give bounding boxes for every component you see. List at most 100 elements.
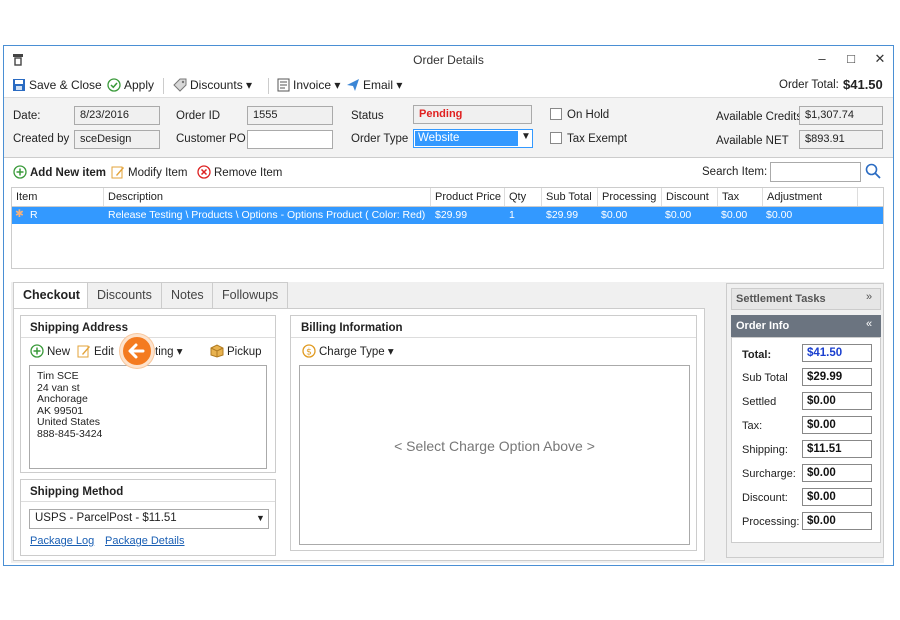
chevron-down-icon: » — [866, 291, 873, 303]
order-type-label: Order Type — [351, 133, 409, 145]
chevron-down-icon: ▾ — [334, 78, 341, 92]
invoice-label: Invoice — [293, 78, 332, 92]
order-info-settled-value: $0.00 — [802, 392, 872, 410]
tab-notes[interactable]: Notes — [161, 282, 214, 308]
pickup-button[interactable]: Pickup — [210, 344, 262, 358]
chevron-down-icon: ▾ — [387, 346, 394, 358]
column-header-adjustment[interactable]: Adjustment — [763, 188, 858, 206]
tab-followups[interactable]: Followups — [212, 282, 289, 308]
column-header-price[interactable]: Product Price — [431, 188, 505, 206]
shipping-method-value: USPS - ParcelPost - $11.51 — [35, 512, 177, 524]
email-dropdown[interactable]: Email ▾ — [346, 78, 402, 92]
on-hold-checkbox[interactable] — [550, 108, 562, 120]
tab-checkout[interactable]: Checkout — [13, 282, 90, 309]
toolbar: Save & Close Apply Discounts ▾ Invoice ▾… — [4, 74, 893, 98]
address-lines: Tim SCE 24 van st Anchorage AK 99501 Uni… — [37, 370, 102, 440]
edit-address-button[interactable]: Edit — [77, 344, 114, 358]
status-field: Pending — [413, 105, 532, 124]
check-circle-icon — [107, 78, 121, 92]
maximize-button[interactable]: □ — [841, 51, 861, 69]
item-star-icon: ✱ — [15, 208, 24, 220]
shipping-address-title: Shipping Address — [30, 322, 128, 334]
address-box: Tim SCE 24 van st Anchorage AK 99501 Uni… — [29, 365, 267, 469]
order-id-field[interactable]: 1555 — [247, 106, 333, 125]
table-row[interactable]: ✱ R Release Testing \ Products \ Options… — [12, 207, 883, 224]
column-header-qty[interactable]: Qty — [505, 188, 542, 206]
address-name: Tim SCE — [37, 370, 79, 382]
available-credits-label: Available Credits — [716, 111, 803, 123]
pickup-label: Pickup — [227, 346, 262, 358]
cell-subtotal: $29.99 — [546, 209, 579, 221]
window-title: Order Details — [413, 53, 484, 67]
minimize-button[interactable]: – — [812, 51, 832, 69]
arrow-left-icon — [128, 343, 145, 359]
tax-exempt-checkbox[interactable] — [550, 132, 562, 144]
order-info-surcharge-value: $0.00 — [802, 464, 872, 482]
column-header-subtotal[interactable]: Sub Total — [542, 188, 598, 206]
status-label: Status — [351, 110, 384, 122]
address-country: United States — [37, 416, 101, 428]
chevron-up-icon: « — [866, 318, 873, 330]
callout-marker — [120, 334, 154, 368]
order-info-header[interactable]: Order Info « — [731, 315, 881, 337]
charge-options-box: < Select Charge Option Above > — [299, 365, 690, 545]
add-new-item-label: Add New item — [30, 167, 107, 179]
package-icon — [210, 344, 224, 358]
address-options-label: ting — [155, 346, 174, 358]
cell-qty: 1 — [509, 209, 515, 221]
search-icon[interactable] — [865, 163, 881, 182]
order-info-subtotal-label: Sub Total — [742, 372, 788, 384]
shipping-method-select[interactable]: USPS - ParcelPost - $11.51 ▼ — [29, 509, 269, 529]
remove-item-label: Remove Item — [214, 167, 283, 179]
date-field[interactable]: 8/23/2016 — [74, 106, 160, 125]
chevron-down-icon: ▼ — [256, 513, 265, 523]
add-new-item-button[interactable]: Add New item — [13, 165, 106, 179]
search-item-input[interactable] — [770, 162, 861, 182]
package-details-link[interactable]: Package Details — [105, 535, 185, 547]
remove-item-button[interactable]: Remove Item — [197, 165, 282, 179]
order-id-label: Order ID — [176, 110, 221, 122]
order-info-discount-label: Discount: — [742, 492, 788, 504]
order-info-shipping-value: $11.51 — [802, 440, 872, 458]
settlement-tasks-header[interactable]: Settlement Tasks » — [731, 288, 881, 310]
on-hold-label: On Hold — [567, 109, 610, 121]
address-city: Anchorage — [37, 393, 88, 405]
charge-type-dropdown[interactable]: $ Charge Type ▾ — [302, 344, 394, 358]
order-type-select[interactable]: Website ▼ — [413, 129, 533, 148]
apply-button[interactable]: Apply — [107, 78, 154, 92]
invoice-dropdown[interactable]: Invoice ▾ — [277, 78, 340, 92]
order-header: Date: 8/23/2016 Order ID 1555 Status Pen… — [4, 98, 893, 158]
svg-text:$: $ — [306, 348, 312, 358]
plus-circle-icon — [30, 344, 44, 358]
order-total-label: Order Total: — [779, 79, 839, 91]
column-header-discount[interactable]: Discount — [662, 188, 718, 206]
order-info-subtotal-value: $29.99 — [802, 368, 872, 386]
settlement-tasks-title: Settlement Tasks — [736, 293, 826, 305]
column-header-item[interactable]: Item — [12, 188, 104, 206]
cell-tax: $0.00 — [721, 209, 748, 221]
order-info-surcharge-label: Surcharge: — [742, 468, 796, 480]
order-info-total-value: $41.50 — [802, 344, 872, 362]
billing-panel: Billing Information $ Charge Type ▾ < Sel… — [290, 315, 697, 551]
invoice-icon — [277, 78, 290, 92]
discounts-dropdown[interactable]: Discounts ▾ — [173, 78, 252, 92]
customer-po-input[interactable] — [247, 130, 333, 149]
modify-item-button[interactable]: Modify Item — [111, 165, 187, 179]
available-net-label: Available NET — [716, 135, 789, 147]
chevron-down-icon: ▾ — [246, 78, 253, 92]
save-close-button[interactable]: Save & Close — [12, 78, 102, 92]
apply-label: Apply — [124, 78, 155, 92]
billing-title: Billing Information — [301, 322, 403, 334]
send-icon — [347, 79, 359, 91]
edit-icon — [111, 166, 124, 179]
package-log-link[interactable]: Package Log — [30, 535, 94, 547]
created-by-label: Created by — [13, 133, 70, 145]
column-header-description[interactable]: Description — [104, 188, 431, 206]
address-options-dropdown[interactable]: ting ▾ — [155, 344, 183, 358]
column-header-tax[interactable]: Tax — [718, 188, 763, 206]
column-header-processing[interactable]: Processing — [598, 188, 662, 206]
new-address-button[interactable]: New — [30, 344, 70, 358]
chevron-down-icon: ▾ — [396, 78, 403, 92]
close-button[interactable]: ✕ — [870, 51, 890, 69]
tab-discounts[interactable]: Discounts — [87, 282, 162, 308]
